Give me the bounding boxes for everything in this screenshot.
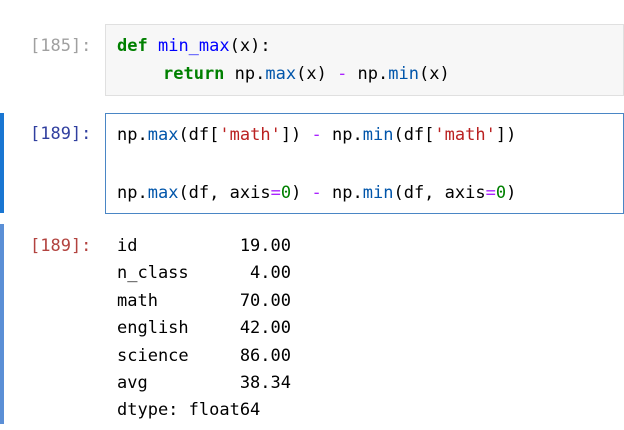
code-token: - xyxy=(311,125,322,145)
output-line: math 70.00 xyxy=(117,291,291,311)
cell-189-prompt: [189]: xyxy=(30,124,92,144)
keyword-return: return xyxy=(163,64,225,84)
code-token: max xyxy=(147,125,179,145)
code-line: np.max(df['math']) - np.min(df['math']) xyxy=(117,125,516,145)
function-args: (x): xyxy=(229,36,271,56)
code-token: ]) xyxy=(280,125,312,145)
code-token: (df[ xyxy=(178,125,220,145)
code-line: np.max(df, axis=0) - np.min(df, axis=0) xyxy=(117,183,516,203)
output-line: id 19.00 xyxy=(117,236,291,256)
code-token: max xyxy=(147,183,179,203)
code-token: np. xyxy=(117,183,148,203)
code-token: np. xyxy=(234,64,266,84)
output-line: n_class 4.00 xyxy=(117,263,291,283)
output-selection-bar[interactable] xyxy=(0,224,4,424)
code-line: return np.max(x) - np.min(x) xyxy=(163,64,450,84)
cell-185-prompt: [185]: xyxy=(30,36,92,56)
code-token: np. xyxy=(321,183,363,203)
code-token: (x) xyxy=(296,64,338,84)
cell-189-code-editor[interactable]: np.max(df['math']) - np.min(df['math']) … xyxy=(105,113,624,214)
code-token: = xyxy=(270,183,281,203)
code-token: (df[ xyxy=(393,125,435,145)
code-token: ) xyxy=(291,183,312,203)
code-token: np. xyxy=(321,125,363,145)
output-line: avg 38.34 xyxy=(117,373,291,393)
cell-185-code-editor[interactable]: def min_max(x): return np.max(x) - np.mi… xyxy=(105,24,624,96)
code-token: 'math' xyxy=(219,125,281,145)
code-token: 0 xyxy=(495,183,507,203)
code-token: min xyxy=(388,64,419,84)
code-token: (x) xyxy=(418,64,450,84)
output-line: science 86.00 xyxy=(117,346,291,366)
code-token: = xyxy=(485,183,496,203)
code-token: np. xyxy=(347,64,389,84)
code-token: 0 xyxy=(280,183,292,203)
keyword-def: def xyxy=(117,36,148,56)
code-token: - xyxy=(337,64,348,84)
output-line: dtype: float64 xyxy=(117,400,261,420)
code-token: 'math' xyxy=(434,125,496,145)
code-token: ) xyxy=(506,183,517,203)
code-token: (df, axis xyxy=(178,183,271,203)
cell-189-output-prompt: [189]: xyxy=(30,236,92,256)
code-token: np. xyxy=(117,125,148,145)
output-line: english 42.00 xyxy=(117,318,291,338)
code-token: min xyxy=(362,125,394,145)
code-token: max xyxy=(265,64,297,84)
code-token: ]) xyxy=(495,125,517,145)
function-name: min_max xyxy=(157,36,230,56)
code-token: min xyxy=(362,183,394,203)
code-token: - xyxy=(311,183,322,203)
cell-189-selection-bar[interactable] xyxy=(0,113,4,213)
code-token: (df, axis xyxy=(393,183,486,203)
code-line: def min_max(x): xyxy=(117,36,271,56)
